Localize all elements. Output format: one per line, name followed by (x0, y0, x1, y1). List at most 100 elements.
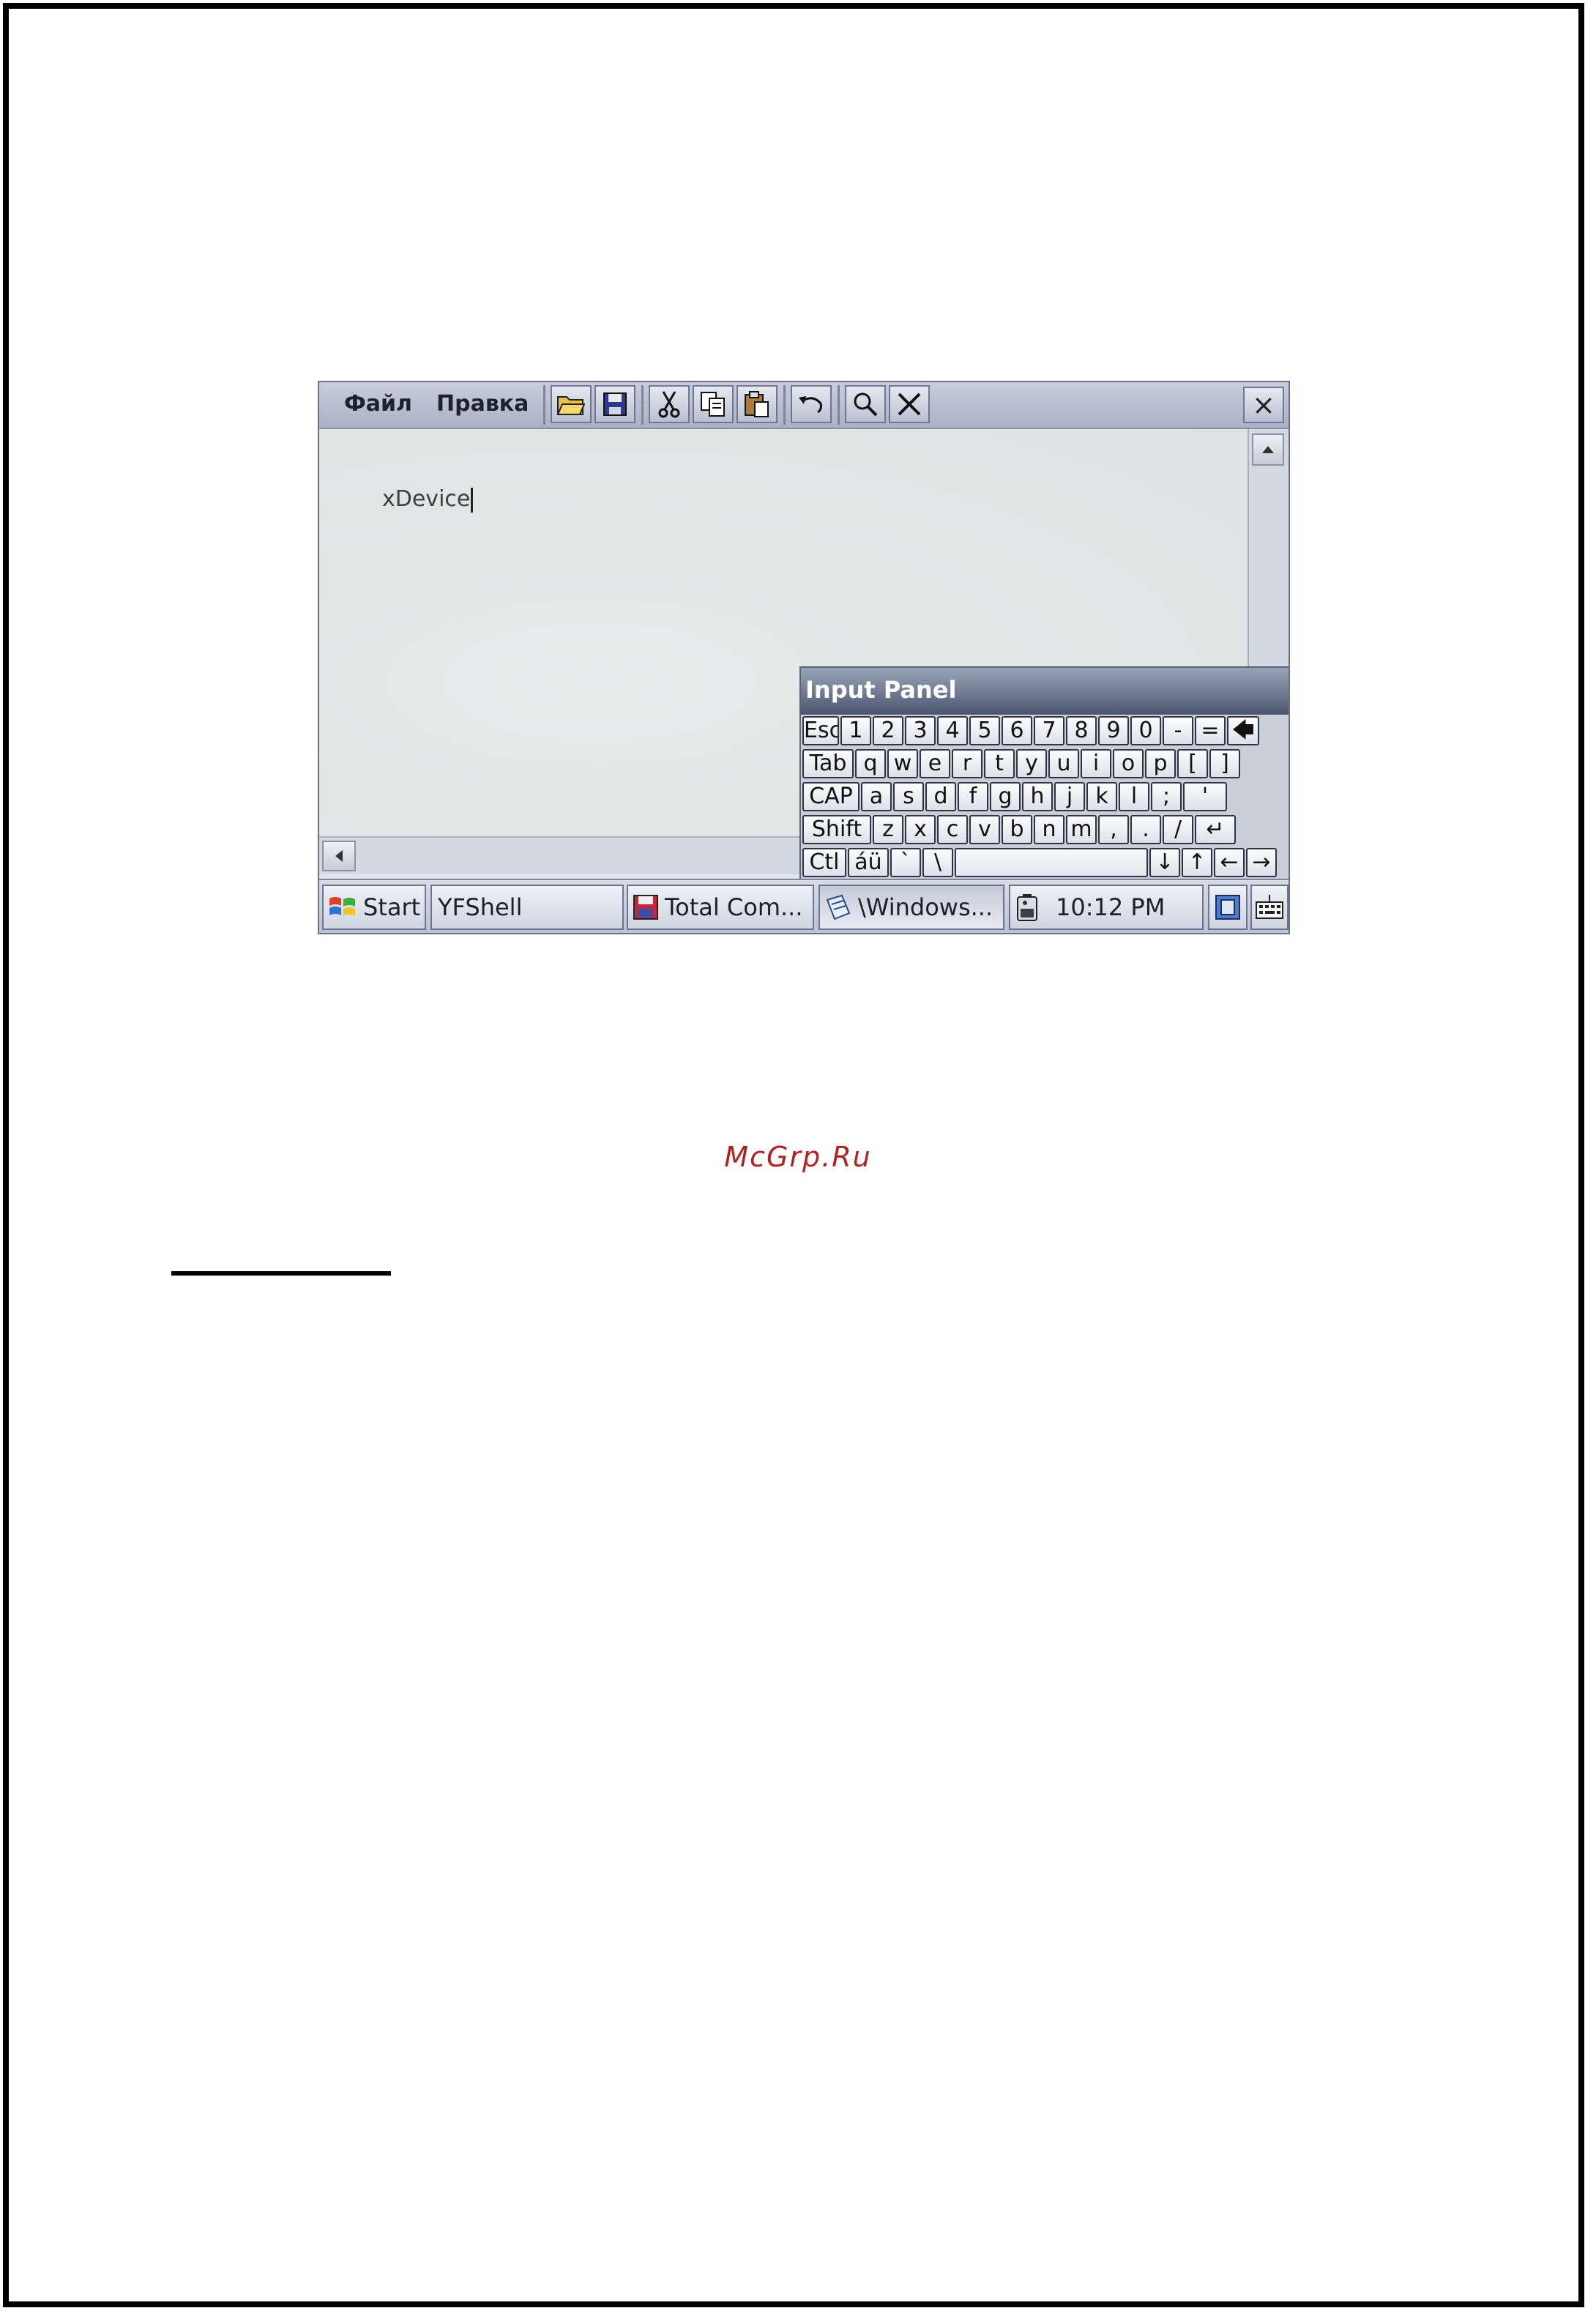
task-label: \Windows... (858, 893, 993, 921)
key[interactable]: s (893, 782, 924, 811)
key[interactable]: h (1022, 782, 1053, 811)
key[interactable]: / (1163, 815, 1193, 844)
key[interactable]: v (969, 815, 1000, 844)
undo-button[interactable] (791, 385, 832, 423)
key[interactable]: ' (1183, 782, 1227, 811)
find-button[interactable] (845, 385, 886, 423)
close-document-button[interactable] (889, 385, 930, 423)
key[interactable]: y (1016, 749, 1047, 778)
key[interactable]: i (1081, 749, 1111, 778)
key[interactable]: \ (922, 848, 953, 877)
task-windows-folder[interactable]: \Windows... (818, 885, 1004, 930)
toolbar-separator (783, 385, 786, 425)
key[interactable]: l (1119, 782, 1149, 811)
key[interactable]: f (958, 782, 988, 811)
scroll-up-button[interactable] (1252, 433, 1284, 466)
key[interactable]: e (920, 749, 950, 778)
key[interactable]: p (1145, 749, 1176, 778)
save-button[interactable] (594, 385, 635, 423)
key[interactable]: 9 (1098, 716, 1129, 745)
key[interactable]: j (1054, 782, 1085, 811)
key[interactable]: áü (848, 848, 889, 877)
cut-button[interactable] (649, 385, 690, 423)
key[interactable]: n (1034, 815, 1064, 844)
key[interactable]: 0 (1130, 716, 1161, 745)
horizontal-scrollbar[interactable] (319, 836, 802, 874)
keyboard-row: Tab q w e r t y u i o p[] (801, 748, 1289, 781)
system-tray-clock[interactable]: 10:12 PM (1009, 885, 1204, 930)
toolbar-separator (543, 385, 545, 425)
key[interactable]: ; (1151, 782, 1182, 811)
key[interactable]: 3 (905, 716, 936, 745)
key[interactable]: u (1048, 749, 1079, 778)
key[interactable]: b (1002, 815, 1032, 844)
key[interactable]: q (855, 749, 886, 778)
key[interactable]: 7 (1034, 716, 1064, 745)
key[interactable]: [ (1177, 749, 1208, 778)
task-yfshell[interactable]: YFShell (430, 885, 624, 930)
menu-file[interactable]: Файл (344, 390, 412, 419)
key[interactable]: Shift (802, 815, 871, 844)
key[interactable]: o (1113, 749, 1144, 778)
key[interactable]: Esc (802, 716, 839, 745)
key[interactable]: 8 (1066, 716, 1097, 745)
open-button[interactable] (551, 385, 592, 423)
key[interactable]: Tab (802, 749, 854, 778)
paste-button[interactable] (737, 385, 778, 423)
desktop-button[interactable] (1208, 885, 1248, 930)
key[interactable]: 6 (1002, 716, 1032, 745)
key[interactable]: 5 (969, 716, 1000, 745)
show-desktop-icon (1215, 895, 1240, 920)
close-doc-icon (898, 392, 921, 416)
key[interactable]: - (1163, 716, 1193, 745)
keyboard-icon (1256, 895, 1283, 919)
toolbar-separator (838, 385, 840, 425)
key[interactable]: , (1098, 815, 1129, 844)
key[interactable]: ↑ (1182, 848, 1212, 877)
key[interactable]: 1 (840, 716, 871, 745)
key[interactable]: ` (890, 848, 921, 877)
arrow-left-icon (335, 850, 343, 862)
start-button[interactable]: Start (322, 885, 426, 930)
key[interactable]: 4 (937, 716, 968, 745)
key[interactable]: k (1086, 782, 1117, 811)
key[interactable]: ↵ (1195, 815, 1236, 844)
key[interactable]: x (905, 815, 936, 844)
key-space[interactable] (955, 848, 1148, 877)
key[interactable]: → (1246, 848, 1277, 877)
toolbar-separator (641, 385, 644, 425)
cut-icon (658, 391, 680, 418)
open-icon (556, 396, 586, 415)
key[interactable]: c (937, 815, 968, 844)
key[interactable]: a (861, 782, 892, 811)
close-window-button[interactable]: × (1243, 387, 1284, 423)
key[interactable]: d (925, 782, 956, 811)
paste-icon (745, 391, 769, 417)
watermark-text: McGrp.Ru (724, 1141, 872, 1173)
key[interactable]: 2 (873, 716, 903, 745)
save-icon (603, 392, 627, 416)
keyboard-row: CAP a s d f g h j k l; ' (801, 781, 1289, 814)
key[interactable]: m (1066, 815, 1097, 844)
key[interactable]: Ctl (802, 848, 846, 877)
editor-content[interactable]: xDevice (382, 486, 474, 513)
notepad-icon (826, 894, 851, 920)
key[interactable]: t (984, 749, 1015, 778)
key[interactable]: ← (1214, 848, 1245, 877)
key[interactable]: . (1130, 815, 1161, 844)
scroll-left-button[interactable] (322, 841, 356, 871)
copy-button[interactable] (693, 385, 734, 423)
menu-edit[interactable]: Правка (436, 390, 529, 419)
key[interactable]: 🡄 (1227, 716, 1259, 745)
input-panel-toggle-button[interactable] (1250, 885, 1289, 930)
key[interactable]: ] (1209, 749, 1240, 778)
key[interactable]: CAP (802, 782, 859, 811)
key[interactable]: w (887, 749, 918, 778)
key[interactable]: g (990, 782, 1021, 811)
key[interactable]: = (1195, 716, 1226, 745)
key[interactable]: ↓ (1149, 848, 1180, 877)
key[interactable]: z (873, 815, 903, 844)
key[interactable]: r (952, 749, 982, 778)
task-total-commander[interactable]: Total Com... (627, 885, 814, 930)
floppy-disk-icon (633, 895, 658, 920)
